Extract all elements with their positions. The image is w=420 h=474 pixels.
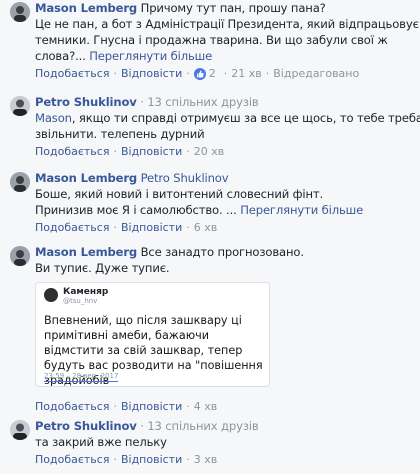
comment-text: Mason Lemberg Все занадто прогнозовано.	[35, 245, 304, 259]
comment-actions: Подобається · Відповісти · 3 хв	[35, 452, 218, 467]
like-link[interactable]: Подобається	[35, 399, 109, 414]
like-link[interactable]: Подобається	[35, 66, 109, 81]
comment-actions: Подобається · Відповісти · 20 хв	[35, 144, 225, 159]
see-more-link[interactable]: Переглянути більше	[240, 203, 363, 217]
avatar[interactable]	[10, 2, 30, 22]
comment-time[interactable]: 21 хв	[231, 66, 262, 81]
tweet-avatar	[44, 288, 58, 302]
comment-text-line: Mason, якщо ти справді отримуєш за все ц…	[35, 111, 420, 125]
avatar[interactable]	[10, 420, 30, 440]
comment-text-line: Це не пан, а бот з Адміністрації Президе…	[35, 17, 419, 31]
comment-text: Mason Lemberg Petro Shuklinov	[35, 170, 415, 186]
like-link[interactable]: Подобається	[35, 452, 109, 467]
comment-actions: Подобається · Відповісти · 6 хв	[35, 220, 218, 235]
comment-time[interactable]: 20 хв	[194, 144, 225, 159]
comment-author[interactable]: Petro Shuklinov	[35, 95, 137, 109]
comment-text: Mason Lemberg Причому тут пан, прошу пан…	[35, 1, 326, 15]
tweet-image[interactable]: Каменяр @tsu_hnv Впевнений, що після заш…	[35, 282, 270, 387]
reply-link[interactable]: Відповісти	[121, 399, 182, 414]
tweet-author: Каменяр	[63, 287, 109, 297]
avatar[interactable]	[10, 246, 30, 266]
comment-text-line: Ви тупиє. Дуже тупиє.	[35, 261, 170, 275]
reactions-summary[interactable]: 2	[193, 66, 216, 81]
reply-link[interactable]: Відповісти	[121, 220, 182, 235]
comment-text: Petro Shuklinov · 13 спільних друзів	[35, 95, 259, 109]
comment-text-line: темники. Гнусна і продажна тварина. Ви щ…	[35, 33, 388, 47]
reaction-count: 2	[208, 67, 216, 80]
comment-time[interactable]: 4 хв	[194, 399, 218, 414]
see-more-link[interactable]: Переглянути більше	[89, 49, 212, 63]
comment-actions: Подобається · Відповісти · 2 · 21 хв · Відр…	[35, 66, 360, 81]
comment-author[interactable]: Petro Shuklinov	[35, 419, 137, 433]
comment-text-line: слова?... Переглянути більше	[35, 49, 213, 63]
like-link[interactable]: Подобається	[35, 144, 109, 159]
comment-author[interactable]: Mason Lemberg	[35, 1, 137, 15]
mutual-friends[interactable]: 13 спільних друзів	[147, 419, 258, 433]
thumbs-up-icon	[193, 67, 206, 80]
comment-text-line: Боше, який новий і витонтений словесний …	[35, 187, 324, 201]
reply-link[interactable]: Відповісти	[121, 144, 182, 159]
reply-link[interactable]: Відповісти	[121, 452, 182, 467]
tweet-handle: @tsu_hnv	[63, 297, 98, 305]
reply-link[interactable]: Відповісти	[121, 66, 182, 81]
mutual-friends[interactable]: 13 спільних друзів	[147, 95, 258, 109]
comment-text: Petro Shuklinov · 13 спільних друзів	[35, 419, 259, 433]
mention-link[interactable]: Petro Shuklinov	[141, 171, 229, 185]
comment-actions: Подобається · Відповісти · 4 хв	[35, 399, 218, 414]
comment-author[interactable]: Mason Lemberg	[35, 245, 137, 259]
comment-text-line: Принизив моє Я і самолюбство. ... Перегл…	[35, 203, 364, 217]
edited-label[interactable]: Відредаговано	[273, 66, 359, 81]
like-link[interactable]: Подобається	[35, 220, 109, 235]
avatar[interactable]	[10, 96, 30, 116]
comment-text-line: звільнити. телепень дурний	[35, 127, 205, 141]
comment-text-line: та закрий вже пельку	[35, 435, 167, 449]
comment-time[interactable]: 3 хв	[194, 452, 218, 467]
comment-time[interactable]: 6 хв	[194, 220, 218, 235]
comment-author[interactable]: Mason Lemberg	[35, 171, 137, 185]
mention-link[interactable]: Mason	[35, 111, 72, 125]
tweet-date: 23:59 – 28 вер. 2017	[44, 372, 119, 382]
avatar[interactable]	[10, 172, 30, 192]
